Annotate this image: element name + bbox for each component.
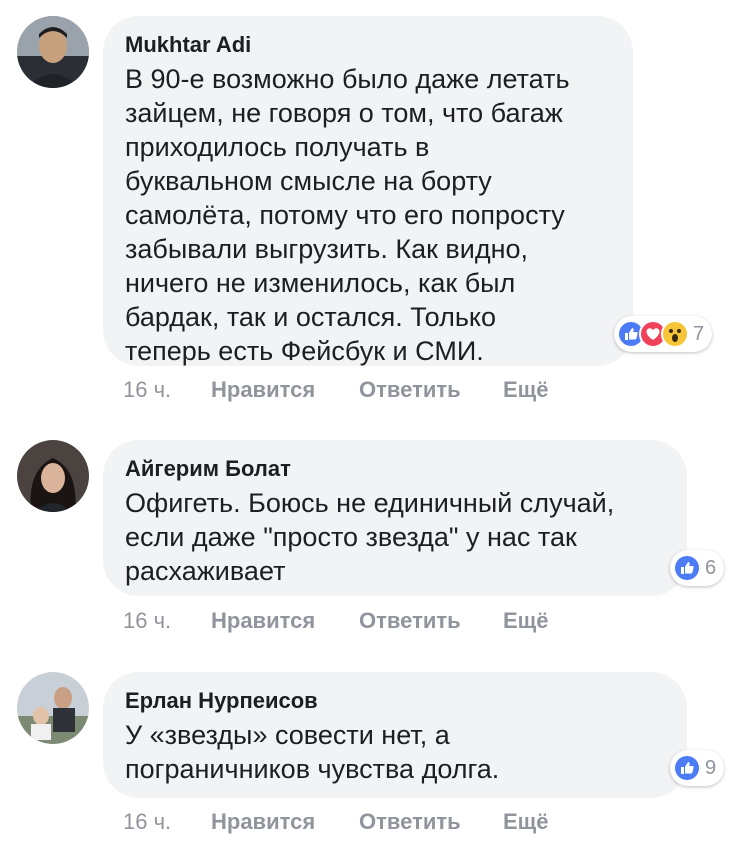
comment-text: У «звезды» совести нет, а пограничников … [125, 720, 500, 784]
comment: Ерлан Нурпеисов У «звезды» совести нет, … [0, 0, 750, 852]
comment-author[interactable]: Ерлан Нурпеисов [125, 688, 318, 714]
avatar[interactable] [17, 672, 89, 744]
comment-bubble: Ерлан Нурпеисов У «звезды» совести нет, … [103, 672, 687, 798]
timestamp[interactable]: 16 ч. [123, 809, 171, 835]
more-button[interactable]: Ещё [503, 809, 548, 835]
reaction-count: 9 [705, 756, 717, 779]
like-icon [673, 754, 701, 782]
reaction-summary[interactable]: 9 [670, 750, 725, 786]
reply-button[interactable]: Ответить [359, 809, 461, 835]
like-button[interactable]: Нравится [211, 809, 315, 835]
